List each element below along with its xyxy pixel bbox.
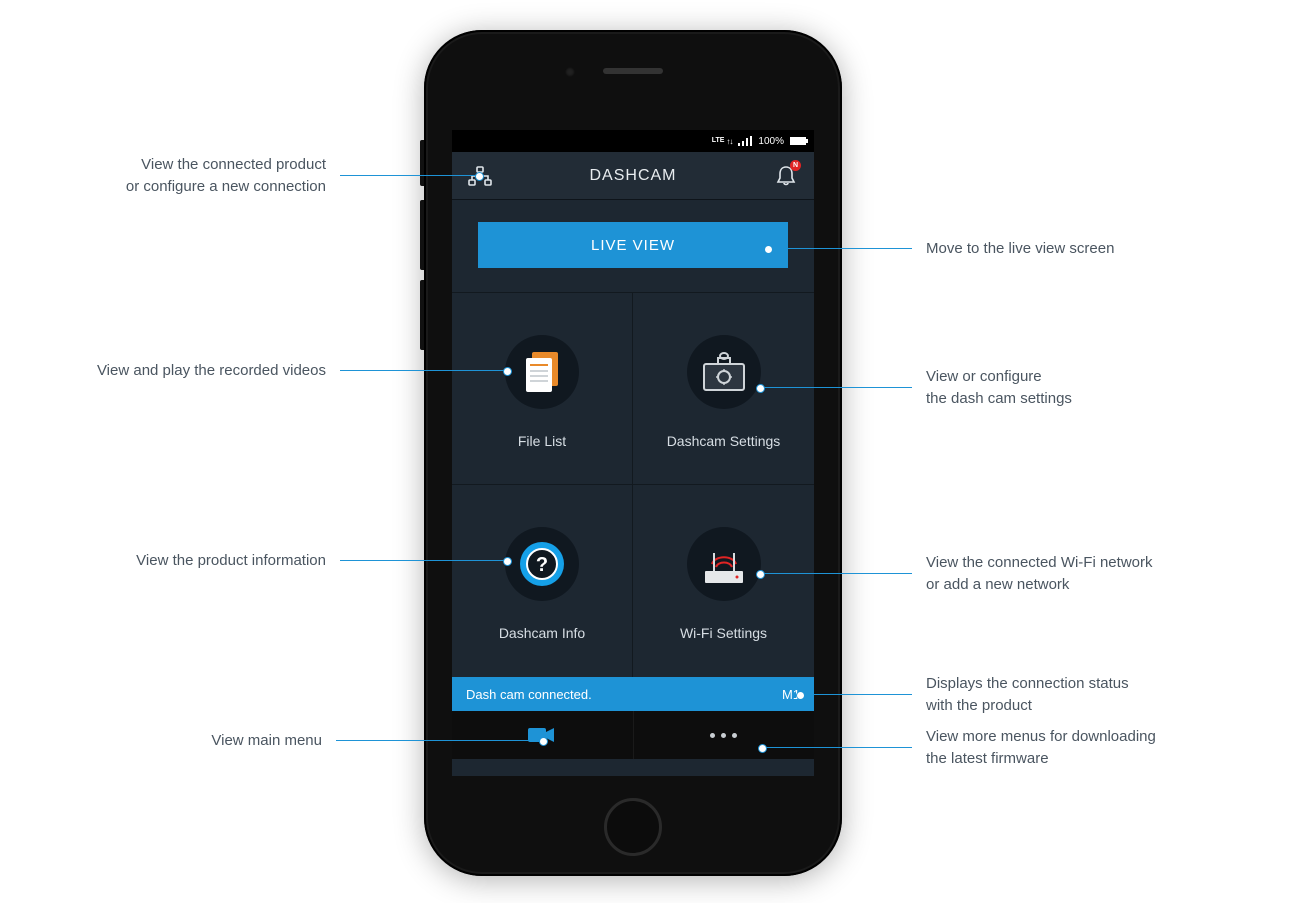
front-camera — [565, 67, 575, 77]
notification-badge: N — [790, 160, 801, 171]
tile-label: Dashcam Settings — [667, 433, 781, 449]
callout-connection: View the connected productor configure a… — [0, 154, 480, 198]
app-header: DASHCAM N — [452, 152, 814, 200]
battery-icon — [790, 137, 806, 145]
home-button[interactable] — [604, 798, 662, 856]
tile-label: File List — [518, 433, 566, 449]
home-grid: File List Dashcam Settings — [452, 293, 814, 677]
wifi-router-icon — [687, 527, 761, 601]
callout-info: View the product information — [0, 550, 508, 572]
battery-percent: 100% — [758, 136, 784, 147]
network-type: LTE — [712, 138, 725, 144]
callout-file-list: View and play the recorded videos — [0, 360, 508, 382]
tile-file-list[interactable]: File List — [452, 293, 633, 485]
screen: LTE ↑↓ 100% D — [452, 130, 814, 776]
dashcam-settings-icon — [687, 335, 761, 409]
callout-more: View more menus for downloadingthe lates… — [762, 726, 1242, 770]
file-list-icon — [505, 335, 579, 409]
more-icon — [710, 733, 737, 738]
live-view-button[interactable]: LIVE VIEW — [478, 222, 788, 268]
status-bar: LTE ↑↓ 100% — [452, 130, 814, 152]
app-title: DASHCAM — [589, 167, 676, 185]
speaker-grill — [603, 68, 663, 74]
data-arrows-icon: ↑↓ — [726, 137, 732, 146]
info-icon: ? — [505, 527, 579, 601]
svg-text:?: ? — [536, 554, 548, 576]
signal-icon — [738, 136, 752, 146]
connection-status-text: Dash cam connected. — [466, 687, 592, 702]
tile-label: Wi-Fi Settings — [680, 625, 767, 641]
connection-status-bar: Dash cam connected. M1 — [452, 677, 814, 711]
callout-wifi: View the connected Wi-Fi networkor add a… — [760, 552, 1200, 596]
notifications-button[interactable]: N — [772, 162, 800, 190]
tile-dashcam-info[interactable]: ? Dashcam Info — [452, 485, 633, 677]
callout-settings: View or configurethe dash cam settings — [760, 366, 1200, 410]
callout-conn-status: Displays the connection statuswith the p… — [800, 673, 1240, 717]
live-view-row: LIVE VIEW — [452, 200, 814, 293]
callout-live-view: Move to the live view screen — [768, 238, 1208, 260]
callout-main-menu: View main menu — [0, 730, 544, 752]
tile-label: Dashcam Info — [499, 625, 585, 641]
